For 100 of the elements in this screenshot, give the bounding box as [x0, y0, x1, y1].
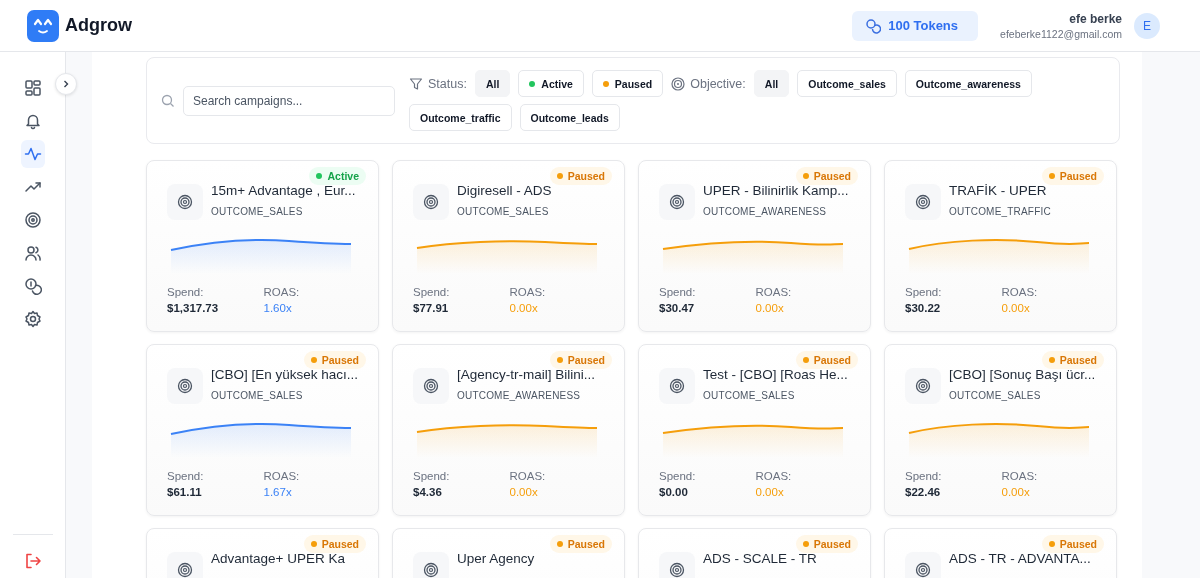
- coins-icon: [23, 277, 42, 295]
- roas-value: 0.00x: [1001, 486, 1031, 498]
- campaign-objective: OUTCOME_SALES: [211, 206, 304, 217]
- status-badge: Paused: [795, 167, 858, 185]
- campaign-title: [CBO] [En yüksek hacı...: [211, 367, 359, 382]
- status-filter-chip[interactable]: Active: [518, 70, 584, 97]
- status-badge: Paused: [549, 167, 612, 185]
- status-label: Status:: [428, 76, 467, 91]
- brand-name: Adgrow: [65, 15, 132, 36]
- chevron-right-icon: [61, 79, 71, 89]
- status-filter-chip[interactable]: All: [474, 70, 511, 97]
- campaign-card[interactable]: Paused Advantage+ UPER Ka: [146, 528, 379, 578]
- spend-label: Spend:: [659, 470, 697, 482]
- target-icon: [167, 184, 203, 220]
- expand-sidebar-button[interactable]: [55, 73, 77, 95]
- target-icon: [905, 368, 941, 404]
- campaign-card[interactable]: Active 15m+ Advantage , Eur... OUTCOME_SALES Spend: $1,317.73 ROAS: 1.60x: [146, 160, 379, 332]
- spend-value: $61.11: [167, 486, 203, 498]
- campaign-card[interactable]: Paused UPER - Bilinirlik Kamp... OUTCOME_AWARENESS Spend: $30.47 ROAS: 0.00x: [638, 160, 871, 332]
- search-field[interactable]: Search campaigns...: [183, 85, 395, 116]
- spend-value: $77.91: [413, 302, 450, 314]
- coins-icon: [865, 17, 882, 34]
- target-icon: [659, 368, 695, 404]
- status-badge: Paused: [1041, 535, 1104, 553]
- status-badge: Paused: [795, 535, 858, 553]
- status-badge: Active: [309, 167, 366, 185]
- roas-value: 0.00x: [509, 486, 539, 498]
- tokens-button[interactable]: 100 Tokens: [852, 10, 979, 41]
- campaign-objective: OUTCOME_SALES: [457, 206, 550, 217]
- target-icon: [671, 76, 686, 91]
- campaign-card[interactable]: Paused TRAFİK - UPER OUTCOME_TRAFFIC Spend: $30.22 ROAS: 0.00x: [884, 160, 1117, 332]
- user-email: efeberke1122@gmail.com: [1000, 27, 1122, 40]
- roas-label: ROAS:: [755, 286, 793, 298]
- pulse-nav-item[interactable]: [20, 140, 45, 168]
- objective-label: Objective:: [690, 76, 746, 91]
- avatar[interactable]: E: [1134, 12, 1160, 39]
- gear-icon: [23, 310, 42, 328]
- roas-label: ROAS:: [509, 470, 547, 482]
- spend-label: Spend:: [413, 286, 451, 298]
- roas-label: ROAS:: [263, 470, 301, 482]
- roas-label: ROAS:: [1001, 286, 1039, 298]
- spend-label: Spend:: [659, 286, 697, 298]
- spend-label: Spend:: [413, 470, 451, 482]
- status-badge: Paused: [1041, 167, 1104, 185]
- campaign-title: ADS - TR - ADVANTA...: [949, 551, 1091, 566]
- objective-filter-chip[interactable]: All: [753, 70, 790, 97]
- bell-icon: [23, 112, 42, 130]
- roas-value: 1.60x: [263, 302, 293, 314]
- campaign-title: Advantage+ UPER Ka: [211, 551, 345, 566]
- campaign-objective: OUTCOME_AWARENESS: [457, 390, 582, 401]
- roas-value: 1.67x: [263, 486, 293, 498]
- objective-filter-chip[interactable]: Outcome_awareness: [904, 70, 1032, 97]
- user-name: efe berke: [1069, 11, 1122, 26]
- roas-value: 0.00x: [755, 302, 785, 314]
- campaign-objective: OUTCOME_TRAFFIC: [949, 206, 1051, 217]
- objective-filter-chip[interactable]: Outcome_traffic: [409, 104, 512, 131]
- spend-value: $30.47: [659, 302, 696, 314]
- roas-value: 0.00x: [755, 486, 785, 498]
- status-filter-chip[interactable]: Paused: [591, 70, 664, 97]
- target-icon: [413, 368, 449, 404]
- objective-filter-chip[interactable]: Outcome_leads: [519, 104, 620, 131]
- status-badge: Paused: [1041, 351, 1104, 369]
- campaign-card[interactable]: Paused ADS - TR - ADVANTA...: [884, 528, 1117, 578]
- campaign-card[interactable]: Paused Uper Agency: [392, 528, 625, 578]
- roas-label: ROAS:: [1001, 470, 1039, 482]
- pulse-icon: [23, 145, 42, 163]
- campaign-objective: OUTCOME_SALES: [211, 390, 304, 401]
- campaign-title: TRAFİK - UPER: [949, 183, 1048, 198]
- roas-label: ROAS:: [263, 286, 301, 298]
- campaign-title: Digiresell - ADS: [457, 183, 552, 198]
- campaign-title: 15m+ Advantage , Eur...: [211, 183, 356, 198]
- users-icon: [23, 244, 42, 262]
- roas-value: 0.00x: [509, 302, 539, 314]
- campaign-card[interactable]: Paused ADS - SCALE - TR: [638, 528, 871, 578]
- campaign-card[interactable]: Paused [CBO] [En yüksek hacı... OUTCOME_SALES Spend: $61.11 ROAS: 1.67x: [146, 344, 379, 516]
- target-icon: [905, 552, 941, 578]
- search-icon: [161, 93, 175, 108]
- spend-label: Spend:: [905, 470, 943, 482]
- campaign-card[interactable]: Paused [CBO] [Sonuç Başı ücr... OUTCOME_SALES Spend: $22.46 ROAS: 0.00x: [884, 344, 1117, 516]
- campaign-title: [CBO] [Sonuç Başı ücr...: [949, 367, 1096, 382]
- campaign-card[interactable]: Paused Digiresell - ADS OUTCOME_SALES Spend: $77.91 ROAS: 0.00x: [392, 160, 625, 332]
- campaign-card[interactable]: Paused [Agency-tr-mail] Bilini... OUTCOME_AWARENESS Spend: $4.36 ROAS: 0.00x: [392, 344, 625, 516]
- campaign-objective: OUTCOME_SALES: [703, 390, 796, 401]
- target-icon: [413, 552, 449, 578]
- campaign-objective: OUTCOME_SALES: [949, 390, 1042, 401]
- target-icon: [167, 552, 203, 578]
- status-badge: Paused: [303, 351, 366, 369]
- target-icon: [659, 552, 695, 578]
- spend-value: $22.46: [905, 486, 942, 498]
- objective-filter-chip[interactable]: Outcome_sales: [797, 70, 897, 97]
- spend-value: $30.22: [905, 302, 942, 314]
- campaign-title: ADS - SCALE - TR: [703, 551, 817, 566]
- status-badge: Paused: [795, 351, 858, 369]
- campaign-objective: OUTCOME_AWARENESS: [703, 206, 828, 217]
- logout-icon: [23, 552, 42, 570]
- campaign-card[interactable]: Paused Test - [CBO] [Roas He... OUTCOME_SALES Spend: $0.00 ROAS: 0.00x: [638, 344, 871, 516]
- spend-value: $1,317.73: [167, 302, 220, 314]
- grid-icon: [23, 79, 42, 97]
- status-badge: Paused: [549, 351, 612, 369]
- roas-label: ROAS:: [509, 286, 547, 298]
